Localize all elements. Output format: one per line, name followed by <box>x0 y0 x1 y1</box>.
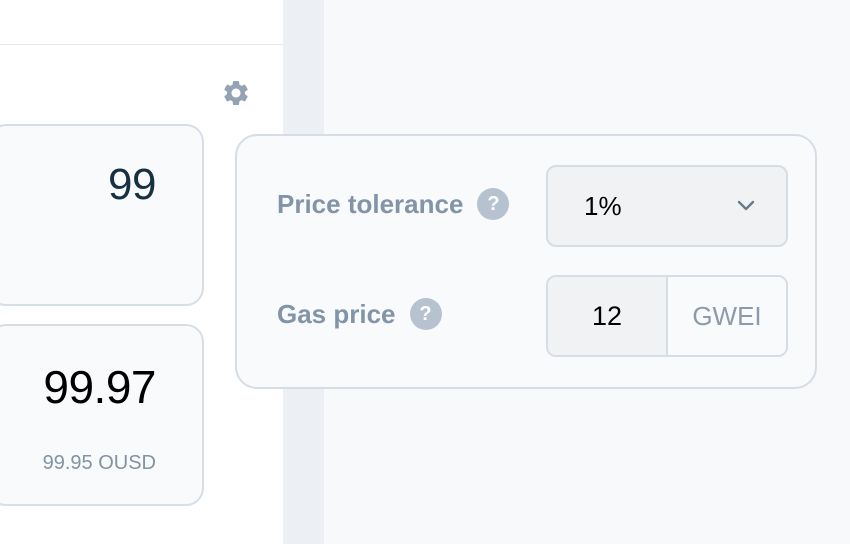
input-amount-card[interactable]: 99 <box>0 124 204 306</box>
gas-price-input[interactable] <box>548 277 668 355</box>
price-tolerance-row-label: Price tolerance ? <box>277 188 510 220</box>
price-tolerance-help-icon[interactable]: ? <box>477 188 510 220</box>
gear-icon <box>223 80 248 105</box>
price-tolerance-value: 1% <box>584 190 622 221</box>
chevron-down-icon <box>737 200 755 211</box>
gas-price-row-label: Gas price ? <box>277 298 442 330</box>
price-tolerance-label: Price tolerance <box>277 188 464 219</box>
gas-price-field: GWEI <box>546 275 788 357</box>
price-tolerance-select[interactable]: 1% <box>546 165 788 247</box>
settings-popover: Price tolerance ? 1% Gas price ? GWEI <box>235 134 817 389</box>
output-amount-card: 99.97 99.95 OUSD <box>0 324 204 506</box>
settings-gear-button[interactable] <box>219 76 252 109</box>
screen: 99 99.97 99.95 OUSD Price tolerance ? 1%… <box>0 0 850 544</box>
gas-price-label: Gas price <box>277 298 396 329</box>
output-amount: 99.97 <box>43 361 156 413</box>
input-amount[interactable]: 99 <box>108 160 156 210</box>
gas-price-help-icon[interactable]: ? <box>409 298 442 330</box>
gas-price-unit: GWEI <box>668 277 786 355</box>
output-minimum: 99.95 OUSD <box>42 452 156 474</box>
header-divider <box>0 44 283 45</box>
